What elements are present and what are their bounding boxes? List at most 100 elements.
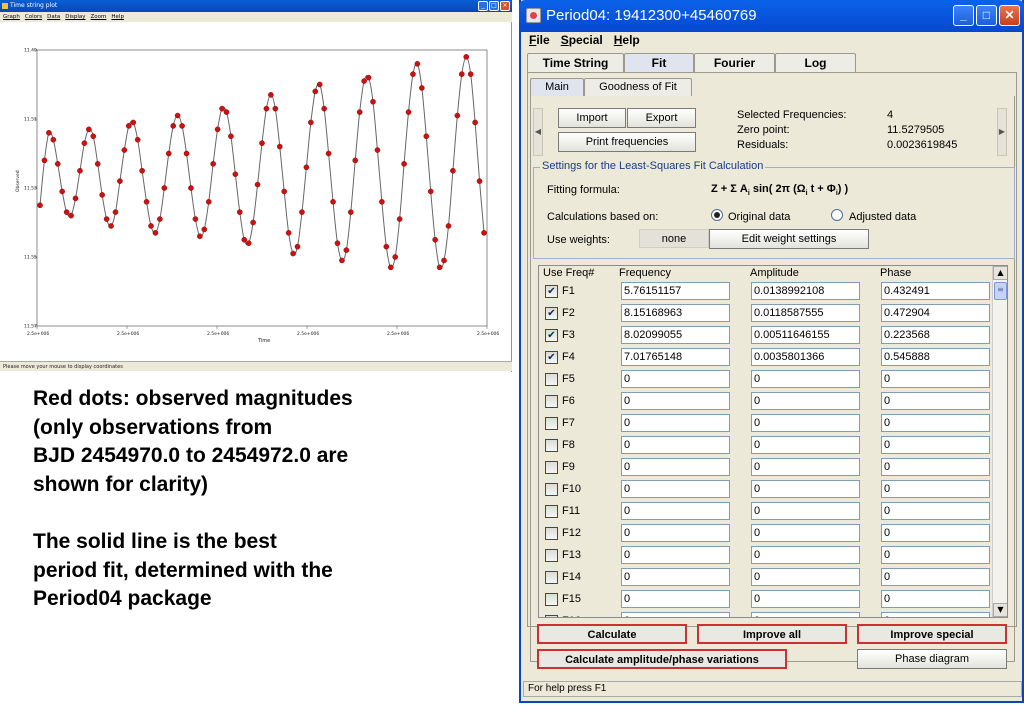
amplitude-field[interactable]: 0 xyxy=(751,480,860,498)
menu-colors[interactable]: Colors xyxy=(25,12,42,22)
phase-field[interactable]: 0 xyxy=(881,370,990,388)
phase-field[interactable]: 0 xyxy=(881,590,990,608)
improve-special-button[interactable]: Improve special xyxy=(857,624,1007,644)
calculate-button[interactable]: Calculate xyxy=(537,624,687,644)
phase-field[interactable]: 0 xyxy=(881,524,990,542)
amplitude-field[interactable]: 0 xyxy=(751,590,860,608)
amplitude-field[interactable]: 0.00511646155 xyxy=(751,326,860,344)
phase-field[interactable]: 0 xyxy=(881,458,990,476)
minimize-icon[interactable]: _ xyxy=(953,5,974,26)
scroll-right-icon[interactable]: ▶ xyxy=(997,108,1007,156)
phase-field[interactable]: 0 xyxy=(881,502,990,520)
menu-help[interactable]: Help xyxy=(111,12,124,22)
use-frequency-checkbox[interactable]: ✔ xyxy=(545,351,558,364)
scroll-up-icon[interactable]: ▲ xyxy=(993,266,1007,280)
use-frequency-checkbox[interactable] xyxy=(545,417,558,430)
frequency-field[interactable]: 0 xyxy=(621,590,730,608)
use-frequency-checkbox[interactable] xyxy=(545,395,558,408)
adjusted-data-radio[interactable] xyxy=(831,209,843,221)
tab-fourier[interactable]: Fourier xyxy=(694,53,775,72)
scroll-down-icon[interactable]: ▼ xyxy=(993,603,1007,617)
close-icon[interactable]: ✕ xyxy=(999,5,1020,26)
phase-field[interactable]: 0 xyxy=(881,568,990,586)
tab-time-string[interactable]: Time String xyxy=(527,53,624,72)
amplitude-field[interactable]: 0 xyxy=(751,612,860,617)
amplitude-field[interactable]: 0 xyxy=(751,568,860,586)
import-button[interactable]: Import xyxy=(558,108,626,128)
frequency-field[interactable]: 0 xyxy=(621,568,730,586)
frequency-field[interactable]: 0 xyxy=(621,370,730,388)
close-icon[interactable]: × xyxy=(500,1,510,11)
scroll-left-icon[interactable]: ◀ xyxy=(533,108,543,156)
menu-zoom[interactable]: Zoom xyxy=(91,12,107,22)
use-frequency-checkbox[interactable] xyxy=(545,461,558,474)
frequency-field[interactable]: 0 xyxy=(621,612,730,617)
use-frequency-checkbox[interactable]: ✔ xyxy=(545,329,558,342)
edit-weight-settings-button[interactable]: Edit weight settings xyxy=(709,229,869,249)
phase-field[interactable]: 0 xyxy=(881,612,990,617)
frequency-field[interactable]: 0 xyxy=(621,524,730,542)
amplitude-field[interactable]: 0 xyxy=(751,546,860,564)
print-frequencies-button[interactable]: Print frequencies xyxy=(558,132,696,152)
use-frequency-checkbox[interactable] xyxy=(545,571,558,584)
time-string-chart[interactable]: 11.4911.5111.5311.5511.57 2.5e+006 2.5e+0… xyxy=(0,22,512,360)
use-frequency-checkbox[interactable]: ✔ xyxy=(545,307,558,320)
menu-graph[interactable]: Graph xyxy=(3,12,20,22)
frequency-field[interactable]: 0 xyxy=(621,458,730,476)
maximize-icon[interactable]: □ xyxy=(489,1,499,11)
use-frequency-checkbox[interactable] xyxy=(545,593,558,606)
phase-field[interactable]: 0 xyxy=(881,436,990,454)
phase-field[interactable]: 0 xyxy=(881,414,990,432)
use-frequency-checkbox[interactable] xyxy=(545,505,558,518)
amplitude-field[interactable]: 0 xyxy=(751,502,860,520)
use-frequency-checkbox[interactable]: ✔ xyxy=(545,285,558,298)
menu-data[interactable]: Data xyxy=(47,12,60,22)
phase-field[interactable]: 0.472904 xyxy=(881,304,990,322)
frequency-field[interactable]: 0 xyxy=(621,546,730,564)
amplitude-field[interactable]: 0.0138992108 xyxy=(751,282,860,300)
use-frequency-checkbox[interactable] xyxy=(545,483,558,496)
table-scrollbar[interactable]: ▲ ≡ ▼ xyxy=(992,266,1007,617)
phase-field[interactable]: 0 xyxy=(881,392,990,410)
frequency-field[interactable]: 0 xyxy=(621,414,730,432)
original-data-radio[interactable] xyxy=(711,209,723,221)
frequency-field[interactable]: 8.02099055 xyxy=(621,326,730,344)
use-frequency-checkbox[interactable] xyxy=(545,615,558,617)
phase-diagram-button[interactable]: Phase diagram xyxy=(857,649,1007,669)
amplitude-field[interactable]: 0 xyxy=(751,458,860,476)
amplitude-field[interactable]: 0 xyxy=(751,370,860,388)
phase-field[interactable]: 0.223568 xyxy=(881,326,990,344)
phase-field[interactable]: 0 xyxy=(881,480,990,498)
export-button[interactable]: Export xyxy=(627,108,696,128)
amplitude-field[interactable]: 0 xyxy=(751,436,860,454)
frequency-field[interactable]: 0 xyxy=(621,502,730,520)
phase-field[interactable]: 0 xyxy=(881,546,990,564)
minimize-icon[interactable]: _ xyxy=(478,1,488,11)
scroll-thumb[interactable]: ≡ xyxy=(994,282,1007,300)
frequency-field[interactable]: 0 xyxy=(621,436,730,454)
phase-field[interactable]: 0.432491 xyxy=(881,282,990,300)
frequency-field[interactable]: 7.01765148 xyxy=(621,348,730,366)
maximize-icon[interactable]: □ xyxy=(976,5,997,26)
menu-display[interactable]: Display xyxy=(65,12,85,22)
frequency-field[interactable]: 0 xyxy=(621,392,730,410)
tab-main[interactable]: Main xyxy=(530,78,584,96)
use-frequency-checkbox[interactable] xyxy=(545,527,558,540)
menu-file[interactable]: File xyxy=(529,33,550,49)
menu-special[interactable]: Special xyxy=(561,33,603,49)
use-frequency-checkbox[interactable] xyxy=(545,439,558,452)
use-frequency-checkbox[interactable] xyxy=(545,373,558,386)
improve-all-button[interactable]: Improve all xyxy=(697,624,847,644)
tab-fit[interactable]: Fit xyxy=(624,53,694,72)
amplitude-field[interactable]: 0 xyxy=(751,524,860,542)
frequency-field[interactable]: 5.76151157 xyxy=(621,282,730,300)
tab-goodness-of-fit[interactable]: Goodness of Fit xyxy=(584,78,692,96)
phase-field[interactable]: 0.545888 xyxy=(881,348,990,366)
amplitude-field[interactable]: 0.0035801366 xyxy=(751,348,860,366)
tab-log[interactable]: Log xyxy=(775,53,856,72)
calculate-amplitude-phase-variations-button[interactable]: Calculate amplitude/phase variations xyxy=(537,649,787,669)
use-frequency-checkbox[interactable] xyxy=(545,549,558,562)
amplitude-field[interactable]: 0 xyxy=(751,392,860,410)
amplitude-field[interactable]: 0.0118587555 xyxy=(751,304,860,322)
frequency-field[interactable]: 8.15168963 xyxy=(621,304,730,322)
